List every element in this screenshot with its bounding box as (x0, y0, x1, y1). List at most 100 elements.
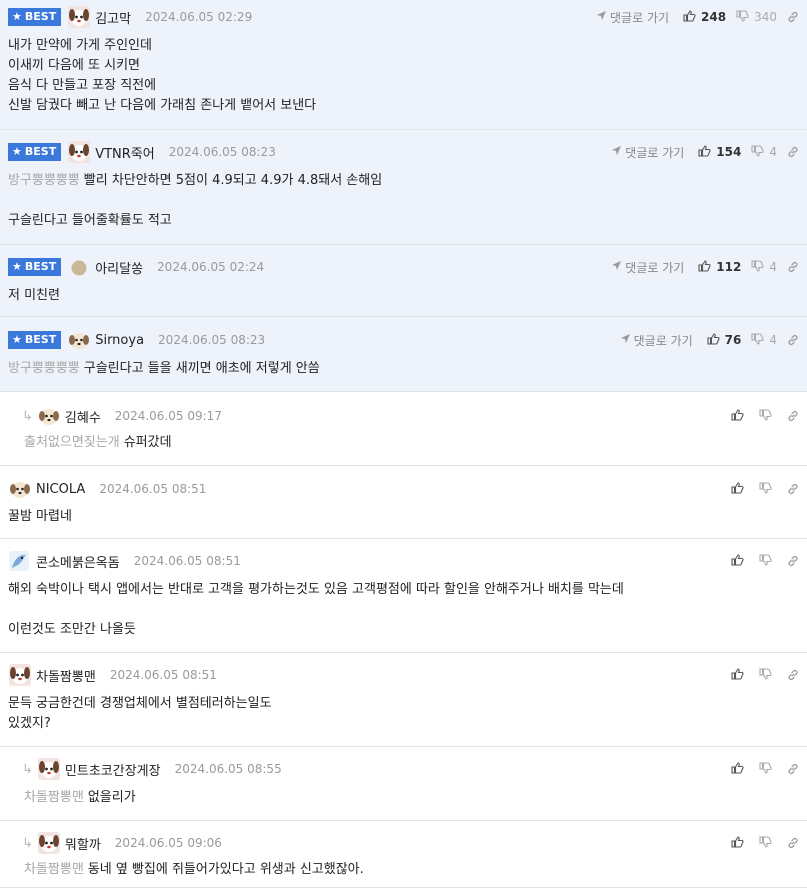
nickname[interactable]: Sirnoya (95, 333, 144, 348)
comment-text: 신발 담궜다 빼고 난 다음에 가래침 존나게 뱉어서 보낸다 (8, 98, 317, 113)
upvote-button[interactable] (731, 761, 749, 777)
downvote-button[interactable]: 4 (751, 259, 777, 275)
upvote-button[interactable] (731, 481, 749, 497)
dog-avatar[interactable] (37, 758, 61, 780)
link-icon[interactable] (787, 11, 799, 23)
mention[interactable]: 차돌짬뽕맨 (24, 790, 84, 805)
link-icon[interactable] (787, 261, 799, 273)
thumbs-up-icon (731, 835, 749, 851)
goto-comment-button[interactable]: 댓글로 가기 (611, 259, 684, 276)
goto-label: 댓글로 가기 (625, 145, 685, 160)
thumbs-down-icon (759, 835, 777, 851)
downvote-button[interactable] (759, 553, 777, 569)
nickname[interactable]: 뭐할까 (65, 834, 101, 853)
thumbs-up-icon (731, 408, 749, 424)
upvote-button[interactable] (731, 835, 749, 851)
comment-text: 이새끼 다음에 또 시키면 (8, 58, 140, 73)
best-badge: ★ BEST (8, 8, 62, 26)
nickname[interactable]: VTNR죽어 (95, 143, 155, 162)
mention[interactable]: 차돌짬뽕맨 (24, 862, 84, 877)
nickname[interactable]: 김혜수 (65, 407, 101, 426)
goto-comment-button[interactable]: 댓글로 가기 (620, 332, 693, 349)
downvote-button[interactable]: 4 (751, 332, 777, 348)
downvote-button[interactable] (759, 481, 777, 497)
link-icon[interactable] (787, 669, 799, 681)
nickname[interactable]: 김고막 (95, 8, 131, 27)
link-icon[interactable] (787, 763, 799, 775)
mention[interactable]: 출처없으면짖는개 (24, 435, 120, 450)
star-icon: ★ (12, 260, 22, 273)
comment-text: 구슬린다고 들어줄확률도 적고 (8, 213, 172, 228)
upvote-button[interactable] (731, 408, 749, 424)
best-badge: ★ BEST (8, 331, 62, 349)
comment-text: 문득 궁금한건데 경쟁업체에서 별점테러하는일도 (8, 696, 272, 711)
downvote-button[interactable] (759, 835, 777, 851)
thumbs-up-icon (698, 259, 716, 275)
puppy-avatar[interactable] (8, 478, 32, 500)
comment-line (8, 191, 799, 211)
comment-text: 있겠지? (8, 716, 51, 731)
nickname[interactable]: 콘소메붉은옥돔 (36, 552, 120, 571)
reply-comment: ↳ 뭐할까 2024.06.05 09:06 차돌짬뽕맨 동네 옆 빵집에 쥐들어가있다… (0, 821, 807, 888)
upvote-button[interactable]: 76 (707, 332, 741, 348)
comment-actions (731, 834, 799, 852)
reply-comment: ↳ 김혜수 2024.06.05 09:17 출처없으면짖는개 슈퍼갔데 (0, 392, 807, 466)
comment-header: 차돌짬뽕맨 2024.06.05 08:51 (0, 664, 807, 686)
comment-actions: 댓글로 가기 112 4 (611, 258, 799, 276)
goto-comment-button[interactable]: 댓글로 가기 (611, 144, 684, 161)
downvote-button[interactable] (759, 408, 777, 424)
upvote-button[interactable] (731, 667, 749, 683)
upvote-button[interactable] (731, 553, 749, 569)
link-icon[interactable] (787, 410, 799, 422)
comment-line: 차돌짬뽕맨 없을리가 (24, 788, 799, 808)
comment-body: 출처없으면짖는개 슈퍼갔데 (24, 433, 799, 453)
link-icon[interactable] (787, 555, 799, 567)
downvote-button[interactable] (759, 761, 777, 777)
comment-text: 꿀밤 마렵네 (8, 509, 72, 524)
nickname[interactable]: NICOLA (36, 482, 85, 497)
link-icon[interactable] (787, 334, 799, 346)
nickname[interactable]: 민트초코간장게장 (65, 760, 161, 779)
goto-comment-button[interactable]: 댓글로 가기 (596, 9, 669, 26)
comment-actions (731, 666, 799, 684)
downvote-count: 4 (769, 260, 777, 274)
link-icon[interactable] (787, 146, 799, 158)
thumbs-up-icon (731, 761, 749, 777)
comment-line: 출처없으면짖는개 슈퍼갔데 (24, 433, 799, 453)
dot-avatar[interactable] (67, 256, 91, 278)
mention[interactable]: 방구뿡뿡뿡뿡 (8, 361, 80, 376)
downvote-button[interactable]: 4 (751, 144, 777, 160)
upvote-button[interactable]: 112 (698, 259, 741, 275)
thumbs-up-icon (731, 481, 749, 497)
comment-actions: 댓글로 가기 76 4 (620, 331, 799, 349)
send-icon (611, 260, 625, 274)
downvote-button[interactable]: 340 (736, 9, 777, 25)
bird-avatar[interactable] (8, 550, 32, 572)
puppy-avatar[interactable] (37, 405, 61, 427)
comment-body: 해외 숙박이나 택시 앱에서는 반대로 고객을 평가하는것도 있음 고객평점에 … (8, 580, 799, 640)
puppy-avatar[interactable] (67, 329, 91, 351)
upvote-button[interactable]: 248 (683, 9, 726, 25)
nickname[interactable]: 차돌짬뽕맨 (36, 666, 96, 685)
comment-header: ↳ 민트초코간장게장 2024.06.05 08:55 (0, 758, 807, 780)
dog-avatar[interactable] (67, 6, 91, 28)
downvote-button[interactable] (759, 667, 777, 683)
comment-actions: 댓글로 가기 154 4 (611, 143, 799, 161)
nickname[interactable]: 아리달쏭 (95, 258, 143, 277)
downvote-count: 340 (754, 10, 777, 24)
best-comment: ★ BEST 아리달쏭 2024.06.05 02:24 댓글로 가기 112 4 저 미친련 (0, 245, 807, 317)
thumbs-down-icon (759, 667, 777, 683)
upvote-button[interactable]: 154 (698, 144, 741, 160)
comment-line: 내가 만약에 가게 주인인데 (8, 36, 799, 56)
link-icon[interactable] (787, 837, 799, 849)
comment-body: 문득 궁금한건데 경쟁업체에서 별점테러하는일도있겠지? (8, 694, 799, 734)
mention[interactable]: 방구뿡뿡뿡뿡 (8, 173, 80, 188)
dog-avatar[interactable] (8, 664, 32, 686)
dog-avatar[interactable] (37, 832, 61, 854)
reply-arrow-icon: ↳ (22, 761, 33, 777)
dog-avatar[interactable] (67, 141, 91, 163)
comment-line: 차돌짬뽕맨 동네 옆 빵집에 쥐들어가있다고 위생과 신고했잖아. (24, 860, 799, 880)
link-icon[interactable] (787, 483, 799, 495)
comment-text: 음식 다 만들고 포장 직전에 (8, 78, 157, 93)
send-icon (620, 333, 634, 347)
